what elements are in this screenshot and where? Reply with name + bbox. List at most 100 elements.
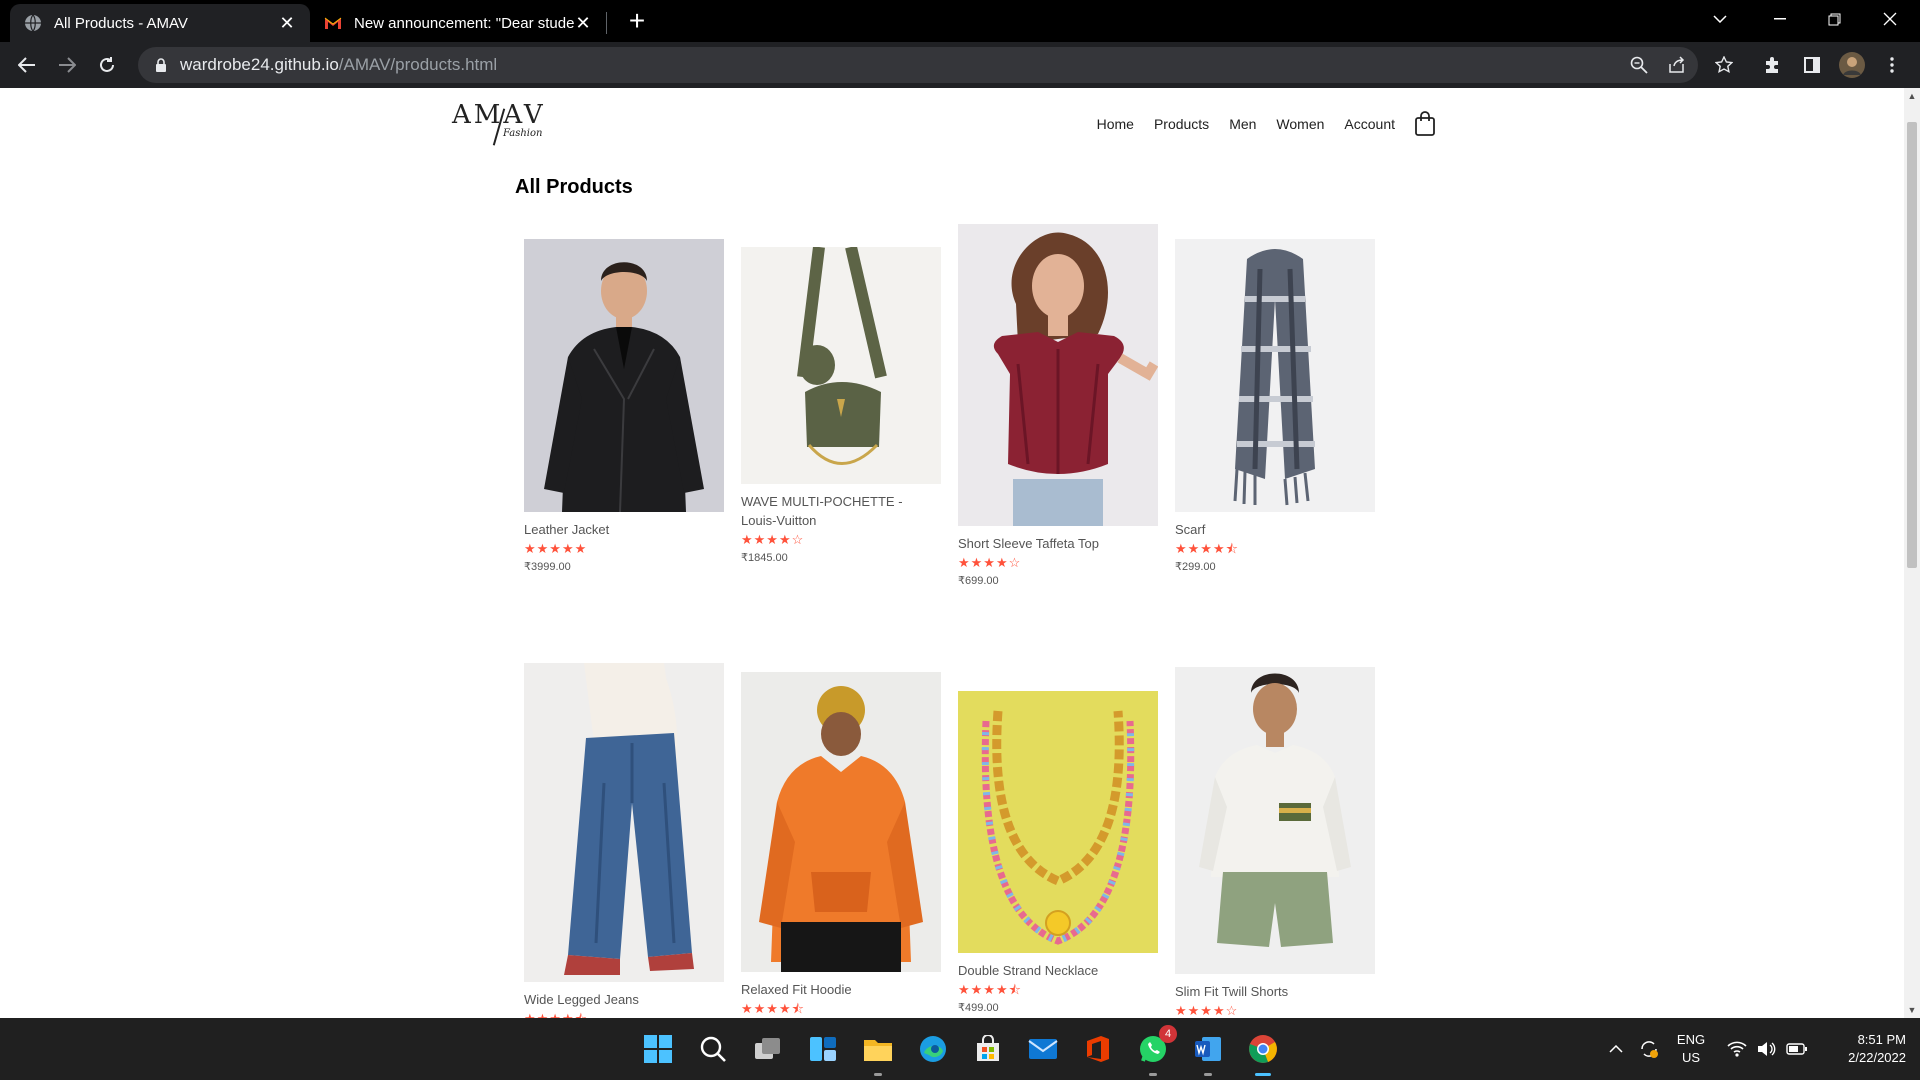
url-domain: wardrobe24.github.io: [180, 55, 339, 74]
product-name[interactable]: Wide Legged Jeans: [524, 990, 724, 1009]
windows-start-icon[interactable]: [640, 1031, 676, 1067]
browser-toolbar: wardrobe24.github.io/AMAV/products.html: [0, 42, 1920, 88]
volume-icon[interactable]: [1754, 1018, 1780, 1080]
nav-men[interactable]: Men: [1229, 116, 1256, 132]
zoom-icon[interactable]: [1628, 54, 1650, 76]
star-rating: ★★★★★: [524, 541, 588, 556]
product-price: ₹1845.00: [741, 552, 788, 564]
star-rating: ★★★★⯪: [741, 1001, 805, 1016]
nav-account[interactable]: Account: [1344, 116, 1395, 132]
url-text[interactable]: wardrobe24.github.io/AMAV/products.html: [180, 55, 497, 75]
scarf-image[interactable]: [1175, 239, 1375, 512]
shopping-bag-icon[interactable]: [1413, 110, 1437, 138]
product-name[interactable]: Short Sleeve Taffeta Top: [958, 534, 1158, 553]
share-icon[interactable]: [1666, 54, 1688, 76]
menu-kebab-icon[interactable]: [1876, 49, 1908, 81]
star-rating: ★★★★☆: [1175, 1003, 1239, 1018]
shorts-image[interactable]: [1175, 667, 1375, 974]
office-icon[interactable]: [1080, 1031, 1116, 1067]
battery-icon[interactable]: [1784, 1018, 1810, 1080]
product-card[interactable]: Leather Jacket ★★★★★ ₹3999.00: [524, 239, 724, 573]
windows-taskbar: 4 ENG US 8:51 PM 2/22/2022: [0, 1018, 1920, 1080]
notification-badge: 4: [1159, 1025, 1177, 1043]
scroll-down-arrow-icon[interactable]: ▼: [1904, 1002, 1920, 1018]
web-page: AMAV Fashion Home Products Men Women Acc…: [0, 88, 1904, 1018]
extensions-icon[interactable]: [1756, 49, 1788, 81]
necklace-image[interactable]: [958, 691, 1158, 953]
tab-search-chevron-icon[interactable]: [1692, 0, 1748, 38]
lock-icon[interactable]: [152, 56, 170, 74]
search-icon[interactable]: [695, 1031, 731, 1067]
product-name[interactable]: WAVE MULTI-POCHETTE - Louis-Vuitton: [741, 492, 941, 530]
logo-subtext: Fashion: [503, 128, 543, 139]
show-hidden-icons-chevron-icon[interactable]: [1604, 1018, 1628, 1080]
time-text: 8:51 PM: [1857, 1032, 1906, 1047]
product-card[interactable]: Wide Legged Jeans ★★★★⯪: [524, 663, 724, 1018]
mail-icon[interactable]: [1025, 1031, 1061, 1067]
tab-title: All Products - AMAV: [54, 14, 188, 32]
product-card[interactable]: Double Strand Necklace ★★★★⯪ ₹499.00: [958, 691, 1158, 1014]
product-card[interactable]: WAVE MULTI-POCHETTE - Louis-Vuitton ★★★★…: [741, 247, 941, 564]
word-icon[interactable]: [1190, 1031, 1226, 1076]
active-indicator: [1255, 1073, 1271, 1076]
profile-avatar[interactable]: [1836, 49, 1868, 81]
nav-products[interactable]: Products: [1154, 116, 1209, 132]
forward-icon[interactable]: [51, 49, 83, 81]
bag-image[interactable]: [741, 247, 941, 484]
back-icon[interactable]: [11, 49, 43, 81]
reload-icon[interactable]: [91, 49, 123, 81]
product-name[interactable]: Double Strand Necklace: [958, 961, 1158, 980]
star-rating: ★★★★⯪: [1175, 541, 1239, 556]
star-rating: ★★★★⯪: [958, 982, 1022, 997]
product-name[interactable]: Relaxed Fit Hoodie: [741, 980, 941, 999]
page-title: All Products: [515, 176, 633, 198]
product-card[interactable]: Slim Fit Twill Shorts ★★★★☆: [1175, 667, 1375, 1018]
bookmark-star-icon[interactable]: [1708, 49, 1740, 81]
chrome-icon[interactable]: [1245, 1031, 1281, 1076]
amav-logo[interactable]: AMAV Fashion: [450, 94, 550, 146]
close-tab-icon[interactable]: ✕: [278, 13, 296, 33]
hoodie-image[interactable]: [741, 672, 941, 972]
address-bar[interactable]: wardrobe24.github.io/AMAV/products.html: [138, 47, 1698, 83]
product-price: ₹299.00: [1175, 561, 1216, 573]
product-price: ₹699.00: [958, 575, 999, 587]
taffeta-top-image[interactable]: [958, 224, 1158, 526]
tab-title: New announcement: "Dear stude: [354, 14, 574, 32]
product-name[interactable]: Slim Fit Twill Shorts: [1175, 982, 1375, 1001]
tab-gmail[interactable]: New announcement: "Dear stude ✕: [310, 4, 606, 42]
file-explorer-icon[interactable]: [860, 1031, 896, 1076]
scroll-up-arrow-icon[interactable]: ▲: [1904, 88, 1920, 104]
whatsapp-icon[interactable]: 4: [1135, 1025, 1177, 1076]
product-card[interactable]: Short Sleeve Taffeta Top ★★★★☆ ₹699.00: [958, 224, 1158, 587]
sync-icon[interactable]: [1636, 1018, 1662, 1080]
language-indicator[interactable]: ENG US: [1670, 1018, 1712, 1080]
nav-women[interactable]: Women: [1276, 116, 1324, 132]
running-indicator: [874, 1073, 882, 1076]
close-tab-icon[interactable]: ✕: [574, 13, 592, 33]
product-name[interactable]: Scarf: [1175, 520, 1375, 539]
globe-icon: [24, 14, 42, 32]
scrollbar-thumb[interactable]: [1907, 122, 1917, 568]
leather-jacket-image[interactable]: [524, 239, 724, 512]
new-tab-icon[interactable]: +: [622, 6, 652, 36]
clock[interactable]: 8:51 PM 2/22/2022: [1820, 1018, 1906, 1080]
jeans-image[interactable]: [524, 663, 724, 982]
product-card[interactable]: Relaxed Fit Hoodie ★★★★⯪: [741, 672, 941, 1016]
wifi-icon[interactable]: [1724, 1018, 1750, 1080]
restore-icon[interactable]: [1806, 0, 1862, 38]
microsoft-store-icon[interactable]: [970, 1031, 1006, 1067]
close-window-icon[interactable]: [1862, 0, 1918, 38]
tab-all-products[interactable]: All Products - AMAV ✕: [10, 4, 310, 42]
task-view-icon[interactable]: [750, 1031, 786, 1067]
product-card[interactable]: Scarf ★★★★⯪ ₹299.00: [1175, 239, 1375, 573]
page-scrollbar[interactable]: ▲ ▼: [1904, 88, 1920, 1018]
product-name[interactable]: Leather Jacket: [524, 520, 724, 539]
keyboard-region: US: [1681, 1050, 1701, 1065]
nav-home[interactable]: Home: [1097, 116, 1134, 132]
language-code: ENG: [1676, 1032, 1706, 1047]
edge-icon[interactable]: [915, 1031, 951, 1067]
minimize-icon[interactable]: [1752, 0, 1808, 38]
side-panel-icon[interactable]: [1796, 49, 1828, 81]
widgets-icon[interactable]: [805, 1031, 841, 1067]
star-rating: ★★★★☆: [741, 532, 805, 547]
